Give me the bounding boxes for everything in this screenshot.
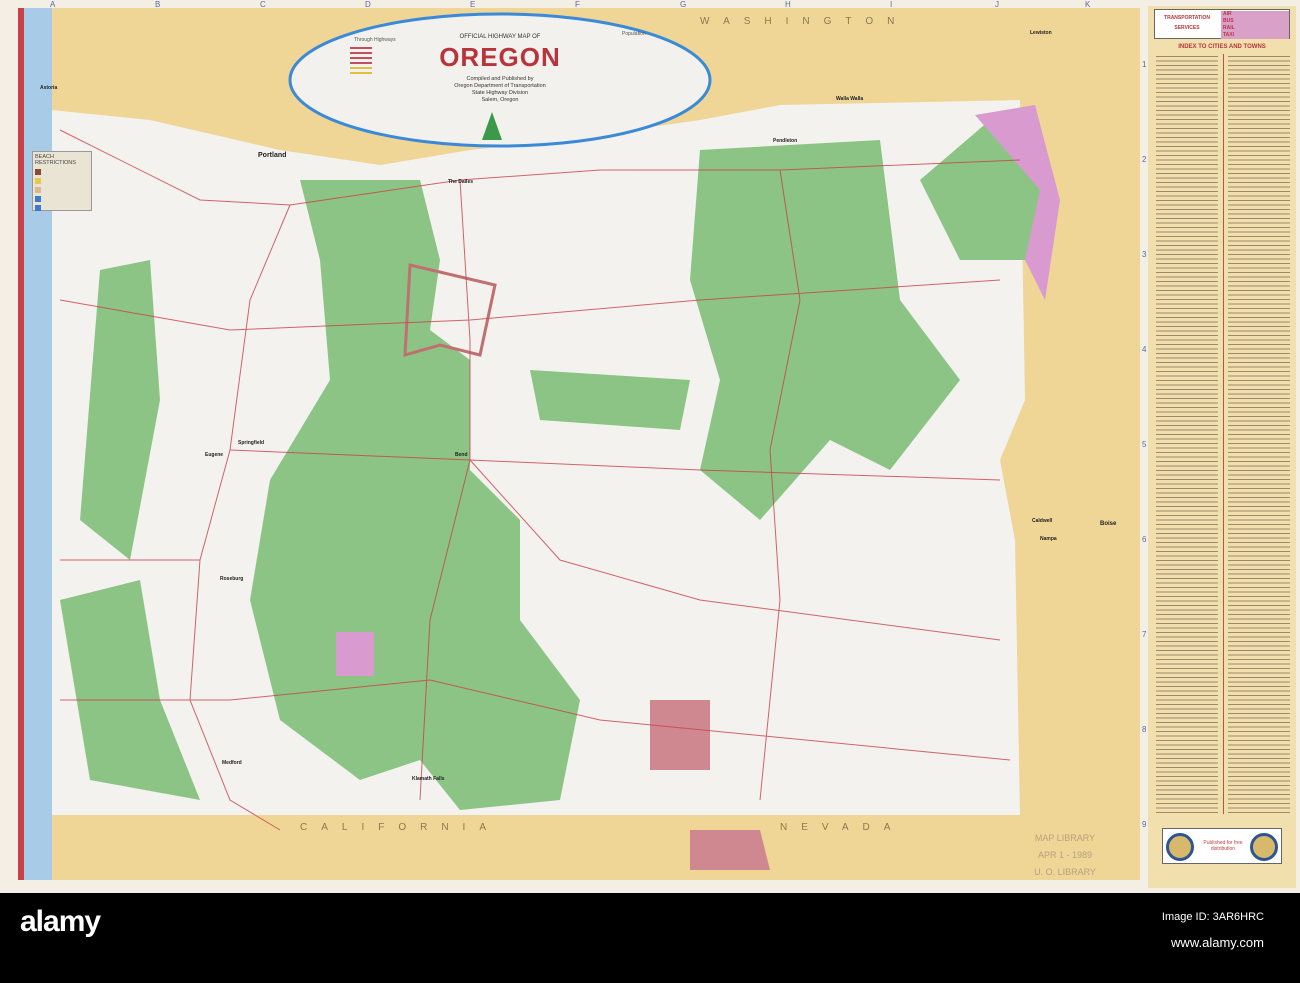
- publisher-credit: Compiled and Published by Oregon Departm…: [430, 76, 570, 104]
- credit-line: State Highway Division: [471, 90, 529, 96]
- highway-map-sheet: A B C D E F G H I J K 1 2 3 4 5 6 7 8 9 …: [0, 0, 1300, 893]
- mode-air: AIR: [1221, 11, 1289, 18]
- grid-letter: G: [680, 0, 687, 9]
- city-roseburg: Roseburg: [220, 576, 244, 582]
- odot-seal-icon: [1166, 833, 1194, 861]
- map-title: OREGON: [439, 42, 561, 72]
- logo-text: TRANSPORTATION: [1164, 15, 1210, 21]
- city-bend: Bend: [455, 452, 468, 458]
- index-column: [1156, 54, 1218, 814]
- logo-text: SERVICES: [1174, 25, 1200, 31]
- row-number: 1: [1142, 60, 1147, 69]
- city-walla-walla: Walla Walla: [836, 96, 864, 102]
- index-column: [1228, 54, 1290, 814]
- library-stamp: MAP LIBRARY APR 1 - 1989 U. O. LIBRARY: [1020, 830, 1110, 881]
- legend-swatch: [35, 205, 41, 211]
- row-number: 9: [1142, 820, 1147, 829]
- grid-letter: K: [1085, 0, 1091, 9]
- city-klamath-falls: Klamath Falls: [412, 776, 445, 782]
- grid-letter: F: [575, 0, 580, 9]
- grid-letter: A: [50, 0, 56, 9]
- transportation-services-box: TRANSPORTATION SERVICES AIR BUS RAIL TAX…: [1154, 9, 1290, 39]
- city-portland: Portland: [258, 152, 287, 159]
- grid-letter: I: [890, 0, 893, 9]
- beach-restrictions-title: BEACH RESTRICTIONS: [35, 154, 76, 166]
- state-label-nevada: NEVADA: [780, 822, 905, 833]
- beach-restrictions-legend: BEACH RESTRICTIONS: [32, 151, 92, 211]
- mode-rail: RAIL: [1221, 25, 1289, 32]
- image-id: Image ID: 3AR6HRC: [1161, 911, 1264, 923]
- city-eugene: Eugene: [205, 452, 224, 458]
- highway-legend-label: Through Highways: [354, 37, 396, 43]
- transportation-logo: TRANSPORTATION SERVICES: [1157, 13, 1217, 33]
- population-legend-label: Population: [622, 31, 646, 37]
- state-label-california: CALIFORNIA: [300, 822, 501, 833]
- alamy-logo: alamy: [20, 905, 101, 938]
- map-subtitle: OFFICIAL HIGHWAY MAP OF: [459, 34, 541, 40]
- transport-modes: AIR BUS RAIL TAXI: [1221, 11, 1289, 39]
- stamp-date: APR 1 - 1989: [1037, 850, 1093, 860]
- grid-letter: D: [365, 0, 371, 9]
- credit-line: Salem, Oregon: [481, 97, 519, 103]
- city-boise: Boise: [1100, 521, 1117, 527]
- state-label-washington: WASHINGTON: [700, 16, 909, 27]
- oregon-map: [18, 8, 1140, 880]
- city-astoria: Astoria: [40, 85, 58, 91]
- city-nampa: Nampa: [1040, 536, 1057, 542]
- row-number: 5: [1142, 440, 1147, 449]
- row-number: 6: [1142, 535, 1147, 544]
- city-index-panel: TRANSPORTATION SERVICES AIR BUS RAIL TAX…: [1148, 6, 1296, 888]
- state-seal-icon: [1250, 833, 1278, 861]
- credit-line: Oregon Department of Transportation: [454, 83, 546, 89]
- city-caldwell: Caldwell: [1032, 518, 1053, 524]
- row-number: 7: [1142, 630, 1147, 639]
- row-number: 8: [1142, 725, 1147, 734]
- grid-letter: C: [260, 0, 266, 9]
- city-the-dalles: The Dalles: [448, 179, 474, 185]
- city-springfield: Springfield: [238, 440, 265, 446]
- watermark-url: www.alamy.com: [1171, 935, 1264, 950]
- row-number: 2: [1142, 155, 1147, 164]
- mode-bus: BUS: [1221, 18, 1289, 25]
- row-number: 4: [1142, 345, 1147, 354]
- city-medford: Medford: [222, 760, 242, 766]
- credit-line: Compiled and Published by: [466, 76, 534, 82]
- index-title: INDEX TO CITIES AND TOWNS: [1178, 44, 1266, 50]
- grid-letter: E: [470, 0, 476, 9]
- watermark-bar: alamy Image ID: 3AR6HRC www.alamy.com: [0, 893, 1300, 983]
- stamp-line: MAP LIBRARY: [1034, 833, 1096, 843]
- grid-letter: B: [155, 0, 161, 9]
- free-distribution-box: Published for free distribution: [1162, 828, 1282, 864]
- free-distribution-text: Published for free distribution: [1203, 840, 1243, 852]
- column-divider: [1223, 54, 1224, 814]
- stamp-line: U. O. LIBRARY: [1034, 867, 1096, 877]
- grid-letter: H: [785, 0, 791, 9]
- row-number: 3: [1142, 250, 1147, 259]
- city-pendleton: Pendleton: [773, 138, 798, 144]
- city-lewiston: Lewiston: [1030, 30, 1052, 36]
- mode-taxi: TAXI: [1221, 32, 1289, 39]
- grid-letter: J: [995, 0, 999, 9]
